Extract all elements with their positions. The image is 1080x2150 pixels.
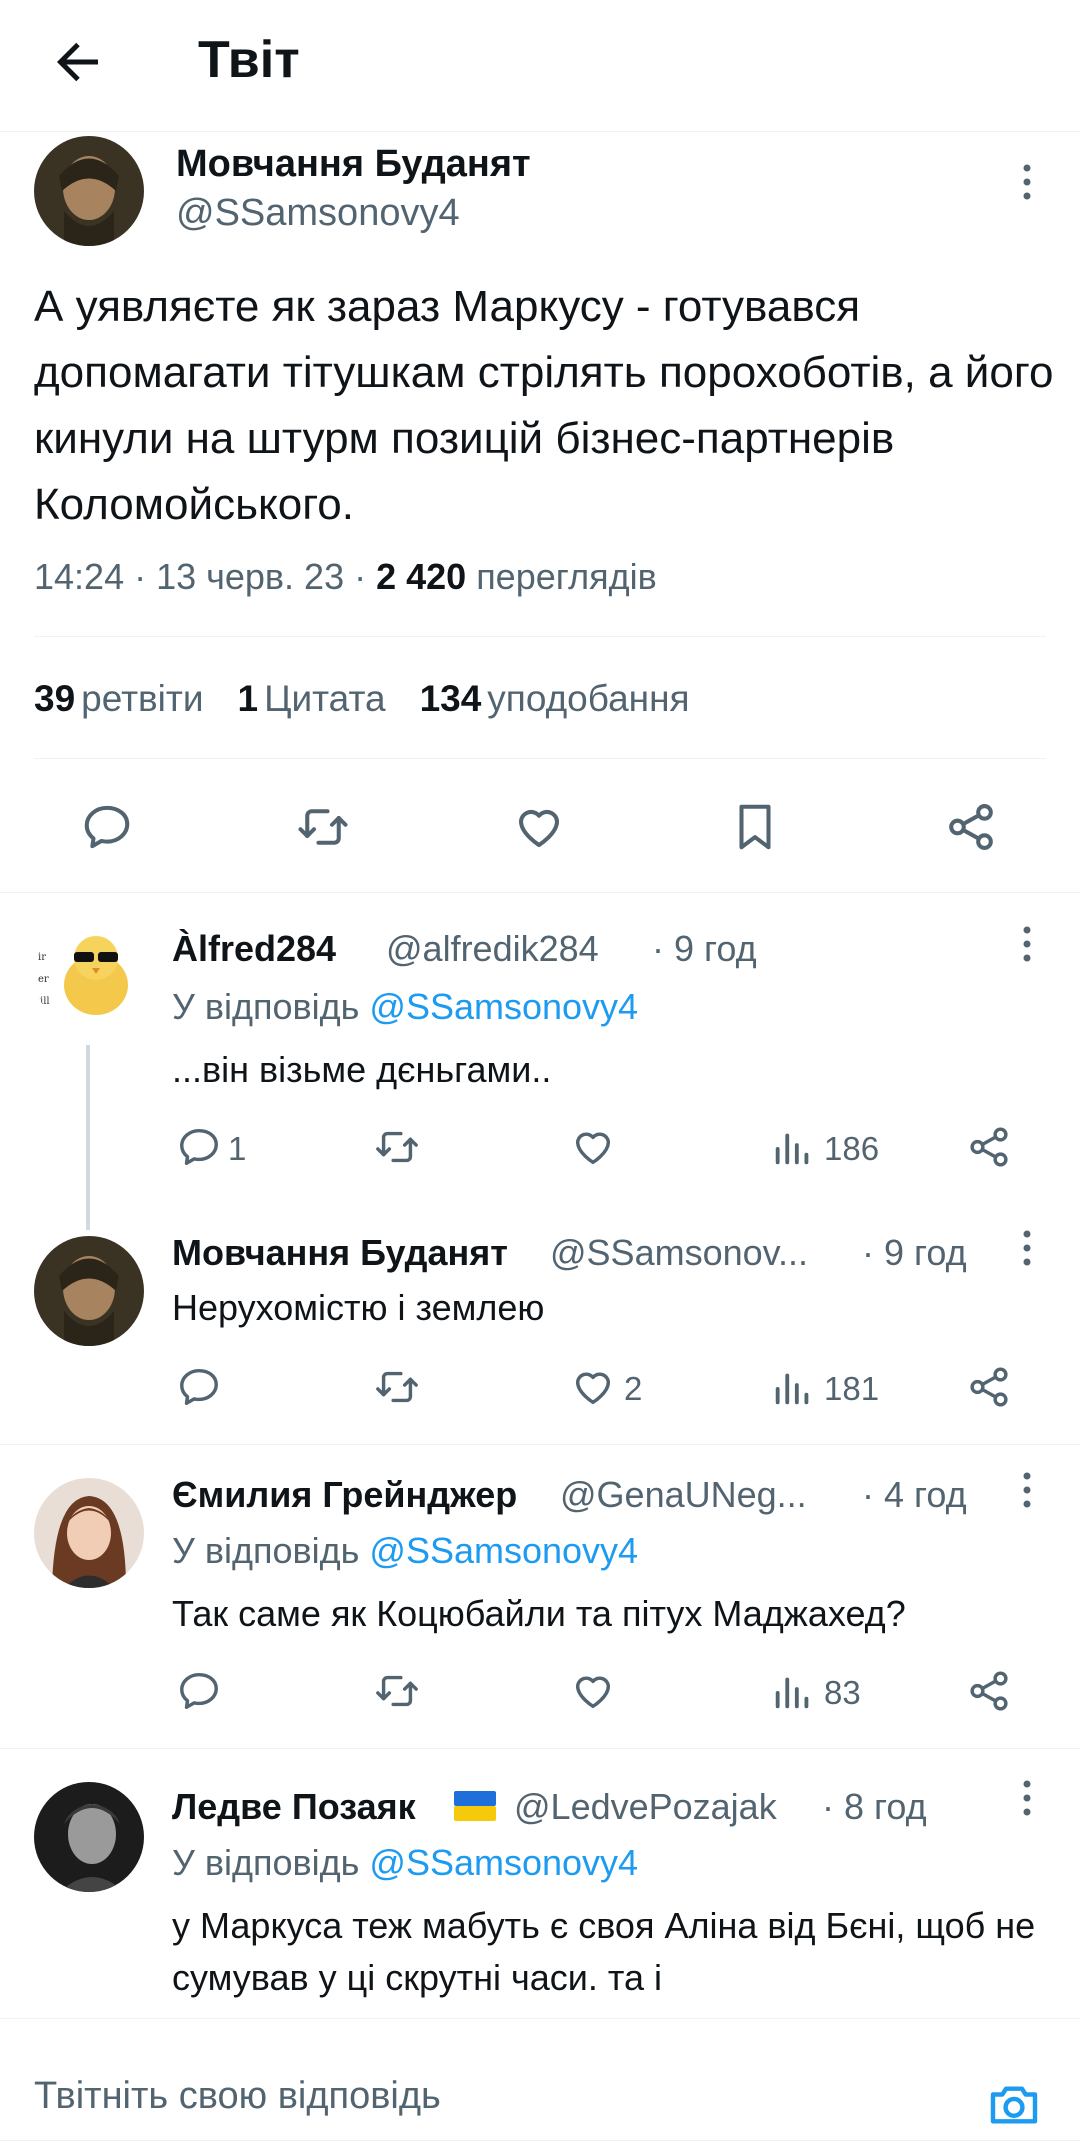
retweet-icon[interactable]: [374, 1124, 420, 1170]
reply-author-name[interactable]: Ємилия Грейнджер: [172, 1474, 517, 1516]
replying-to: У відповідь @SSamsonovy4: [172, 1530, 638, 1572]
replying-to-handle[interactable]: @SSamsonovy4: [369, 1842, 638, 1883]
reply-avatar[interactable]: [34, 1782, 144, 1892]
author-handle[interactable]: @SSamsonovy4: [176, 192, 460, 235]
views-icon[interactable]: [770, 1364, 816, 1410]
reply-compose-bar[interactable]: Твітніть свою відповідь: [0, 2018, 1080, 2150]
like-icon[interactable]: [570, 1668, 616, 1714]
more-options-icon[interactable]: [1012, 1470, 1042, 1510]
share-icon[interactable]: [966, 1124, 1012, 1170]
replying-to-label: У відповідь: [172, 1842, 370, 1883]
views-count: 186: [824, 1130, 880, 1167]
reply-time: · 9 год: [862, 1232, 967, 1273]
reply-icon[interactable]: [176, 1124, 222, 1170]
replying-to-handle[interactable]: @SSamsonovy4: [369, 1530, 638, 1571]
retweet-icon[interactable]: [374, 1364, 420, 1410]
camera-icon[interactable]: [986, 2077, 1042, 2133]
tweet-meta: 14:24 · 13 черв. 23 · 2 420 переглядів: [34, 556, 657, 598]
share-icon[interactable]: [944, 800, 998, 854]
reply-text: Нерухомістю і землею: [172, 1287, 545, 1328]
svg-text:ir: ir: [38, 952, 46, 963]
bookmark-icon[interactable]: [728, 800, 782, 854]
reply-time: · 8 год: [822, 1786, 927, 1827]
reply-avatar[interactable]: [34, 1478, 144, 1588]
ukraine-flag-icon: [452, 1788, 498, 1824]
more-options-icon[interactable]: [1012, 162, 1042, 202]
reply-author-handle[interactable]: @LedvePozajak: [514, 1786, 777, 1828]
tweet-time: 14:24 · 13 черв. 23 ·: [34, 556, 377, 597]
likes-count[interactable]: 134: [420, 678, 482, 719]
quotes-label[interactable]: Цитата: [264, 678, 385, 719]
reply-author-name-text[interactable]: Ледве Позаяк: [172, 1786, 416, 1827]
reply-time: · 9 год: [652, 928, 757, 969]
more-options-icon[interactable]: [1012, 924, 1042, 964]
reply-avatar[interactable]: [34, 1236, 144, 1346]
reply-icon[interactable]: [176, 1364, 222, 1410]
like-icon[interactable]: [512, 800, 566, 854]
thread-connector: [86, 1045, 90, 1230]
retweets-label[interactable]: ретвіти: [81, 678, 203, 719]
svg-text:er: er: [38, 974, 49, 985]
top-bar: Твіт: [0, 0, 1080, 132]
replying-to-label: У відповідь: [172, 986, 370, 1027]
reply-time: · 4 год: [862, 1474, 967, 1515]
replying-to-handle[interactable]: @SSamsonovy4: [369, 986, 638, 1027]
author-name[interactable]: Мовчання Буданят: [176, 143, 531, 186]
divider: [0, 892, 1080, 893]
like-icon[interactable]: [570, 1364, 616, 1410]
reply-icon[interactable]: [80, 800, 134, 854]
views-label: переглядів: [466, 556, 657, 597]
reply-author-name[interactable]: Ледве Позаяк: [172, 1786, 416, 1828]
divider: [0, 1748, 1080, 1749]
reply-icon[interactable]: [176, 1668, 222, 1714]
reply-author-name[interactable]: Мовчання Буданят: [172, 1232, 508, 1274]
share-icon[interactable]: [966, 1668, 1012, 1714]
retweet-icon[interactable]: [374, 1668, 420, 1714]
like-count: 2: [624, 1370, 643, 1407]
replying-to: У відповідь @SSamsonovy4: [172, 986, 638, 1028]
reply-avatar[interactable]: ir er till: [34, 920, 144, 1030]
author-avatar[interactable]: [34, 136, 144, 246]
more-options-icon[interactable]: [1012, 1228, 1042, 1268]
views-icon[interactable]: [770, 1124, 816, 1170]
views-count: 2 420: [376, 556, 467, 597]
divider: [34, 758, 1046, 759]
retweet-icon[interactable]: [296, 800, 350, 854]
reply-input[interactable]: Твітніть свою відповідь: [34, 2075, 441, 2118]
reply-text: Так саме як Коцюбайли та пітух Маджахед?: [172, 1593, 906, 1634]
reply-count: 1: [228, 1130, 247, 1167]
page-title: Твіт: [198, 31, 300, 89]
tweet-stats: 39 ретвіти 1 Цитата 134 уподобання: [34, 678, 724, 720]
more-options-icon[interactable]: [1012, 1778, 1042, 1818]
divider: [34, 636, 1046, 637]
reply-author-handle[interactable]: @GenaUNeg...: [560, 1474, 807, 1516]
back-arrow-icon[interactable]: [48, 32, 108, 92]
reply-author-handle[interactable]: @SSamsonov...: [550, 1232, 808, 1274]
share-icon[interactable]: [966, 1364, 1012, 1410]
replying-to-label: У відповідь: [172, 1530, 370, 1571]
views-count: 83: [824, 1674, 861, 1711]
tweet-text: А уявляєте як зараз Маркусу - готувався …: [34, 282, 1054, 529]
reply-text: у Маркуса теж мабуть є своя Аліна від Бє…: [172, 1905, 1036, 1998]
views-icon[interactable]: [770, 1668, 816, 1714]
divider: [0, 1444, 1080, 1445]
reply-text: ...він візьме дєньгами..: [172, 1049, 552, 1090]
quotes-count[interactable]: 1: [238, 678, 259, 719]
views-count: 181: [824, 1370, 880, 1407]
svg-text:till: till: [36, 996, 50, 1007]
likes-label[interactable]: уподобання: [487, 678, 689, 719]
reply-author-handle[interactable]: @alfredik284: [386, 928, 599, 970]
like-icon[interactable]: [570, 1124, 616, 1170]
retweets-count[interactable]: 39: [34, 678, 75, 719]
reply-author-name[interactable]: Àlfred284: [172, 928, 336, 970]
divider: [0, 2140, 1080, 2141]
replying-to: У відповідь @SSamsonovy4: [172, 1842, 638, 1884]
